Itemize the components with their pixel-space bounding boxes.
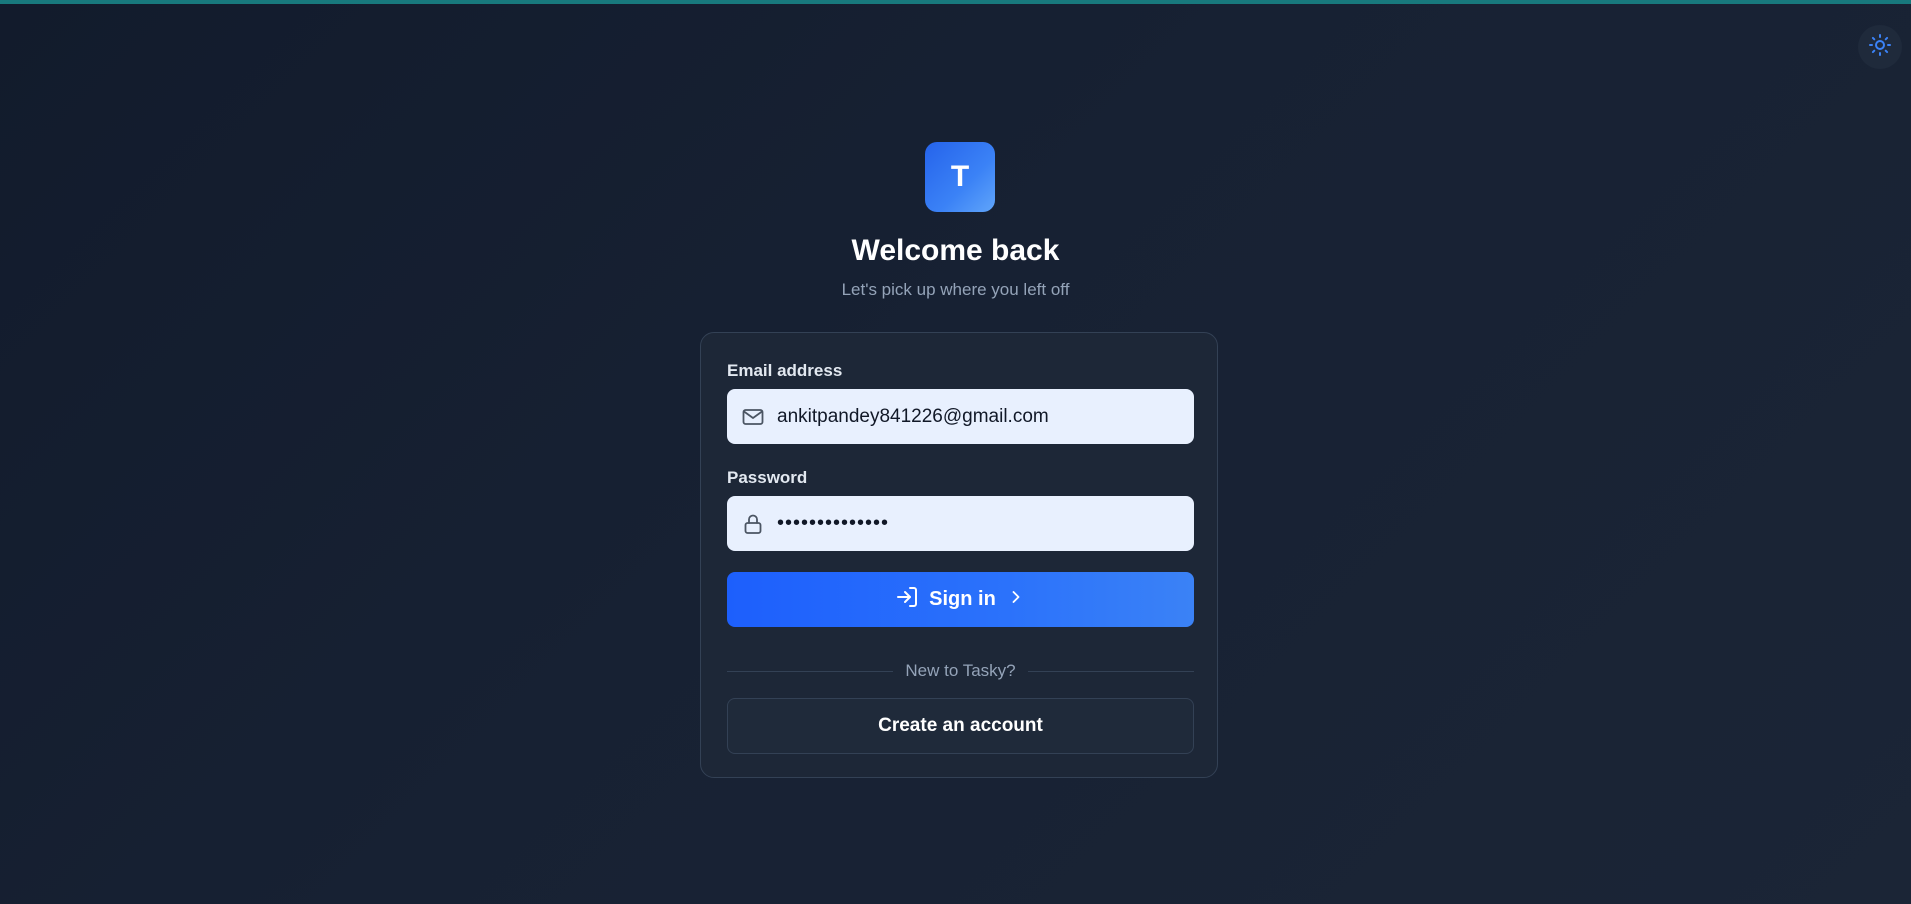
chevron-right-icon xyxy=(1006,587,1026,612)
theme-toggle-button[interactable] xyxy=(1858,25,1902,69)
divider-text: New to Tasky? xyxy=(905,661,1016,680)
logo-letter: T xyxy=(950,160,970,193)
lock-icon xyxy=(741,512,765,536)
email-label: Email address xyxy=(727,361,843,380)
app-logo: T xyxy=(925,142,995,212)
login-card: Email address ankitpandey841226@gmail.co… xyxy=(700,332,1218,778)
password-field[interactable]: •••••••••••••• xyxy=(727,496,1194,551)
page-title: Welcome back xyxy=(851,234,1060,267)
password-label: Password xyxy=(727,468,808,487)
mail-icon xyxy=(741,405,765,429)
divider-line-right xyxy=(1027,670,1195,672)
email-field[interactable]: ankitpandey841226@gmail.com xyxy=(727,389,1194,444)
email-value[interactable]: ankitpandey841226@gmail.com xyxy=(777,406,1049,428)
sign-in-label: Sign in xyxy=(929,588,996,610)
sun-icon xyxy=(1868,33,1892,62)
top-accent-bar xyxy=(0,0,1911,4)
sign-in-button[interactable]: Sign in xyxy=(727,572,1194,627)
signup-divider: New to Tasky? xyxy=(727,661,1195,681)
log-in-icon xyxy=(895,585,919,614)
create-account-button[interactable]: Create an account xyxy=(727,698,1194,754)
password-value[interactable]: •••••••••••••• xyxy=(777,512,889,535)
divider-line-left xyxy=(727,670,894,672)
page-subtitle: Let's pick up where you left off xyxy=(841,280,1070,299)
